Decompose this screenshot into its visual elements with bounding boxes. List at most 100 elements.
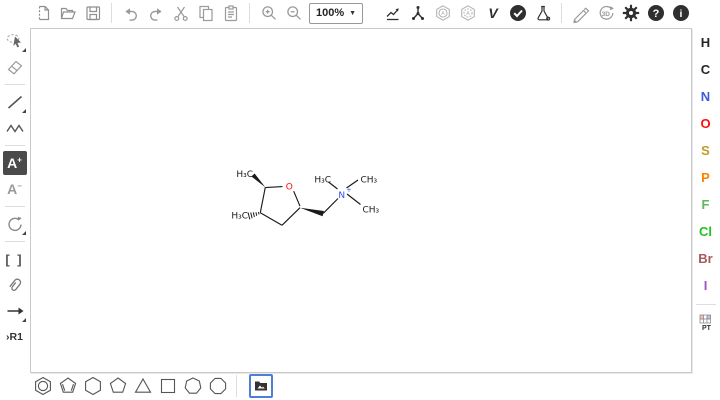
open-3d-viewer-button[interactable]: 3D xyxy=(595,2,617,24)
svg-text:i: i xyxy=(679,8,682,20)
dropdown-corner xyxy=(22,109,26,113)
save-button[interactable] xyxy=(82,2,104,24)
element-button-cl[interactable]: Cl xyxy=(693,218,719,245)
cut-button[interactable] xyxy=(170,2,192,24)
recognize-molecule-button[interactable] xyxy=(570,2,592,24)
element-panel: H C N O S P F Cl Br I PT xyxy=(691,28,720,334)
paperclip-icon xyxy=(4,274,26,296)
svg-text:3D: 3D xyxy=(601,11,610,18)
calculate-cip-icon: V xyxy=(483,3,503,23)
toolbar-divider xyxy=(5,206,25,207)
element-button-f[interactable]: F xyxy=(693,191,719,218)
zoom-in-icon xyxy=(259,3,279,23)
periodic-table-button[interactable]: PT xyxy=(694,310,718,334)
r-group-button[interactable]: ›R1 xyxy=(3,325,27,349)
calculate-cip-button[interactable]: V xyxy=(482,2,504,24)
template-toolbar xyxy=(0,372,273,400)
wedge-bonds xyxy=(251,174,324,217)
cyclopropane-icon xyxy=(132,375,154,397)
template-library-icon xyxy=(254,379,268,393)
paste-icon xyxy=(221,3,241,23)
reaction-arrow-button[interactable] xyxy=(3,299,27,323)
svg-text:?: ? xyxy=(652,8,659,20)
charge-plus-button[interactable]: A+ xyxy=(3,151,27,175)
toolbar-divider xyxy=(561,3,562,23)
zoom-out-button[interactable] xyxy=(283,2,305,24)
template-cyclopentadiene[interactable] xyxy=(55,374,80,398)
single-bond-button[interactable] xyxy=(3,90,27,114)
left-toolbar: A+ A− [ ] ›R1 xyxy=(0,28,29,350)
new-document-button[interactable] xyxy=(32,2,54,24)
dropdown-arrow-icon: ▼ xyxy=(349,10,356,17)
layout-button[interactable] xyxy=(382,2,404,24)
aromatize-icon: A xyxy=(433,3,453,23)
dropdown-corner xyxy=(22,318,26,322)
drawing-canvas[interactable]: H₃C O H₃C H₃C N + CH₃ CH₃ xyxy=(30,28,692,373)
template-cyclopentane[interactable] xyxy=(105,374,130,398)
element-button-h[interactable]: H xyxy=(693,29,719,56)
undo-button[interactable] xyxy=(120,2,142,24)
copy-icon xyxy=(196,3,216,23)
element-button-o[interactable]: O xyxy=(693,110,719,137)
svg-text:A: A xyxy=(441,11,445,17)
svg-text:A: A xyxy=(466,11,470,17)
template-cyclooctane[interactable] xyxy=(205,374,230,398)
lasso-selection-button[interactable] xyxy=(3,29,27,53)
toolbar-divider xyxy=(249,3,250,23)
open-button[interactable] xyxy=(57,2,79,24)
template-cyclohexane[interactable] xyxy=(80,374,105,398)
element-button-br[interactable]: Br xyxy=(693,245,719,272)
cyclohexane-icon xyxy=(82,375,104,397)
cyclopentadiene-icon xyxy=(57,375,79,397)
zoom-out-icon xyxy=(284,3,304,23)
redo-button[interactable] xyxy=(145,2,167,24)
charge-minus-icon: A− xyxy=(7,182,22,196)
template-library-button[interactable] xyxy=(249,374,273,398)
paste-button[interactable] xyxy=(220,2,242,24)
copy-button[interactable] xyxy=(195,2,217,24)
atom-label-methyl: H₃C xyxy=(314,176,331,186)
about-button[interactable]: i xyxy=(670,2,692,24)
element-button-c[interactable]: C xyxy=(693,56,719,83)
element-button-p[interactable]: P xyxy=(693,164,719,191)
s-group-button[interactable]: [ ] xyxy=(3,247,27,271)
dearomatize-button[interactable]: A xyxy=(457,2,479,24)
toolbar-divider xyxy=(236,375,237,397)
atom-label-methyl: CH₃ xyxy=(361,176,378,186)
help-icon: ? xyxy=(646,3,666,23)
atom-label-methyl: H₃C xyxy=(236,170,253,180)
chain-button[interactable] xyxy=(3,116,27,140)
zoom-level-select[interactable]: 100% ▼ xyxy=(309,3,363,24)
template-cycloheptane[interactable] xyxy=(180,374,205,398)
calculated-values-icon xyxy=(533,3,553,23)
molecule-structure[interactable]: H₃C O H₃C H₃C N + CH₃ CH₃ xyxy=(216,151,391,246)
periodic-table-icon: PT xyxy=(696,312,716,332)
template-cyclobutane[interactable] xyxy=(155,374,180,398)
cyclooctane-icon xyxy=(207,375,229,397)
rotate-tool-button[interactable] xyxy=(3,212,27,236)
charge-minus-button[interactable]: A− xyxy=(3,177,27,201)
settings-button[interactable] xyxy=(620,2,642,24)
zoom-level-value: 100% xyxy=(316,7,344,19)
charge-plus-icon: A+ xyxy=(7,156,22,170)
check-structure-button[interactable] xyxy=(507,2,529,24)
eraser-button[interactable] xyxy=(3,55,27,79)
save-icon xyxy=(83,3,103,23)
dearomatize-icon: A xyxy=(458,3,478,23)
3d-viewer-icon: 3D xyxy=(596,3,616,23)
redo-icon xyxy=(146,3,166,23)
element-button-i[interactable]: I xyxy=(693,272,719,299)
element-button-n[interactable]: N xyxy=(693,83,719,110)
element-button-s[interactable]: S xyxy=(693,137,719,164)
dropdown-corner xyxy=(22,48,26,52)
aromatize-button[interactable]: A xyxy=(432,2,454,24)
calculated-values-button[interactable] xyxy=(532,2,554,24)
toolbar-divider xyxy=(5,145,25,146)
attach-button[interactable] xyxy=(3,273,27,297)
layout-icon xyxy=(383,3,403,23)
zoom-in-button[interactable] xyxy=(258,2,280,24)
clean-up-button[interactable] xyxy=(407,2,429,24)
template-cyclopropane[interactable] xyxy=(130,374,155,398)
template-benzene[interactable] xyxy=(30,374,55,398)
help-button[interactable]: ? xyxy=(645,2,667,24)
